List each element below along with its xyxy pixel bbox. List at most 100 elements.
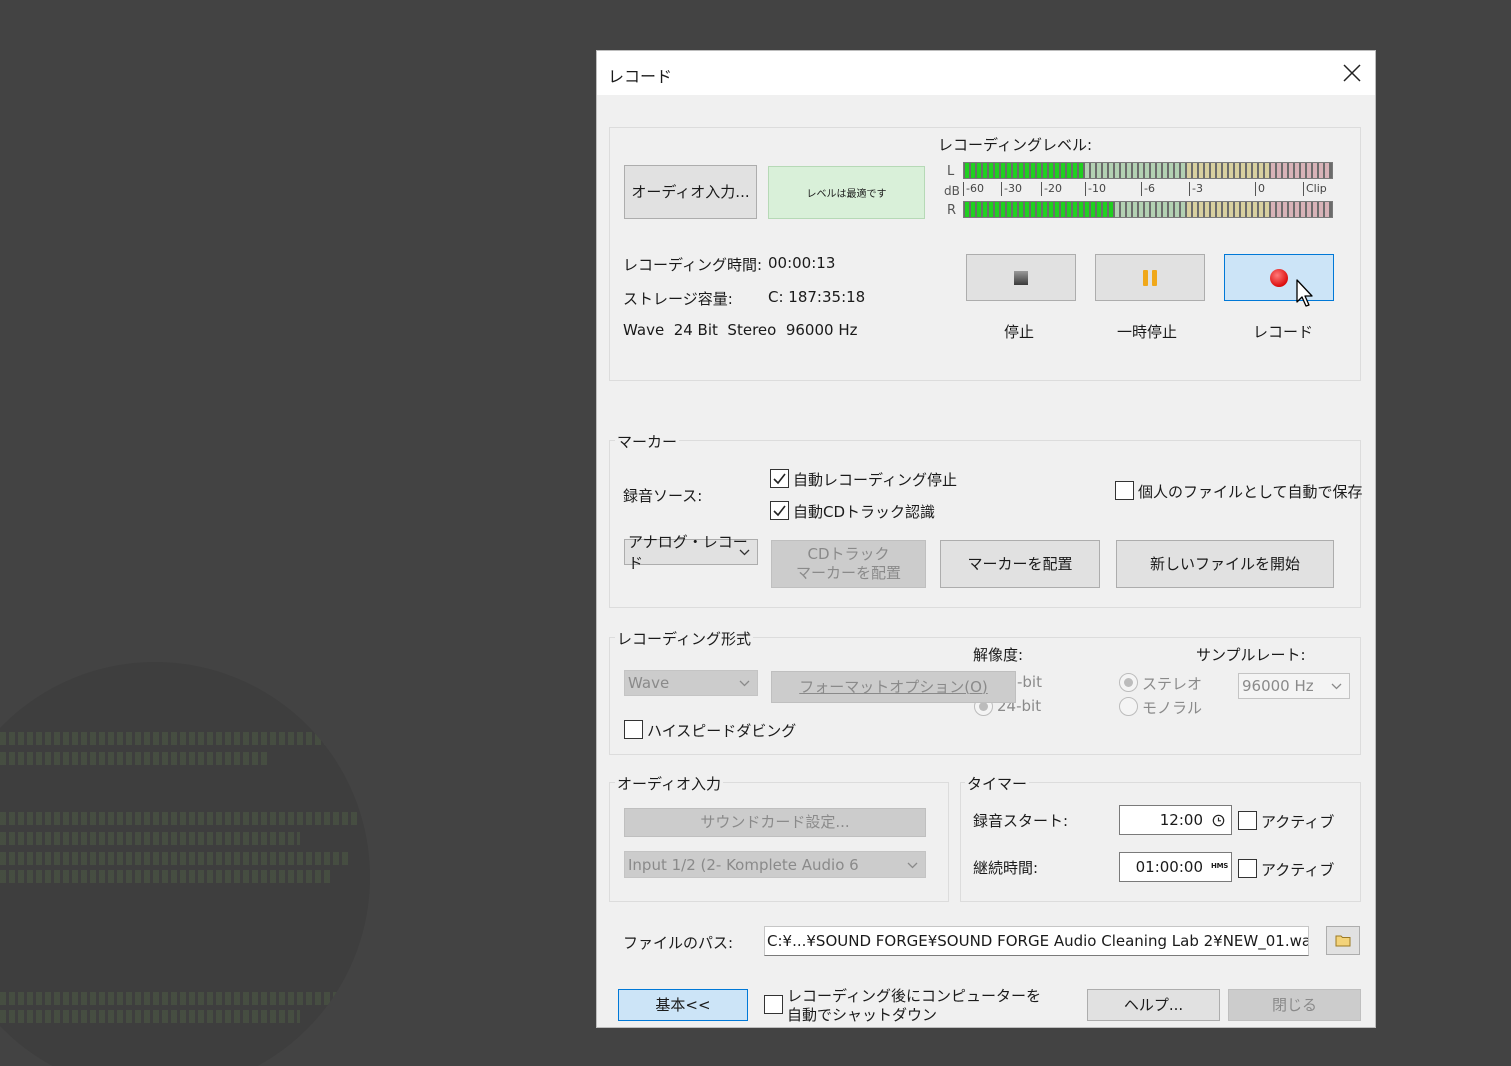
stereo-radio[interactable]	[1119, 673, 1138, 692]
recording-time-value: 00:00:13	[768, 254, 836, 272]
meter-segment	[1301, 163, 1305, 178]
samplerate-select[interactable]: 96000 Hz	[1238, 673, 1350, 699]
timer-duration-input[interactable]: 01:00:00 HMS	[1119, 852, 1232, 882]
cd-track-marker-button[interactable]: CDトラック マーカーを配置	[771, 540, 926, 588]
chevron-down-icon	[739, 549, 750, 556]
meter-segment	[1313, 163, 1317, 178]
timer-group-title: タイマー	[965, 773, 1030, 794]
file-path-value: C:¥...¥SOUND FORGE¥SOUND FORGE Audio Cle…	[767, 932, 1309, 950]
checkmark-icon	[773, 473, 786, 485]
meter-segment	[1235, 202, 1239, 217]
timer-group	[960, 782, 1361, 902]
meter-segment	[1217, 163, 1221, 178]
stereo-label[interactable]: ステレオ	[1142, 673, 1202, 694]
close-button[interactable]: 閉じる	[1228, 989, 1361, 1021]
meter-segment	[965, 202, 969, 217]
meter-segment	[1259, 163, 1263, 178]
meter-segment	[1175, 202, 1179, 217]
meter-segment	[1001, 202, 1005, 217]
close-icon[interactable]	[1341, 62, 1363, 84]
chevron-down-icon	[739, 680, 750, 687]
meter-segment	[1109, 202, 1113, 217]
meter-segment	[1121, 202, 1125, 217]
meter-scale-tick: 0	[1255, 182, 1265, 196]
meter-segment	[1097, 202, 1101, 217]
meter-scale-tick: -30	[1001, 182, 1022, 196]
timer-start-active-label[interactable]: アクティブ	[1261, 811, 1334, 832]
save-individual-checkbox[interactable]	[1115, 481, 1134, 500]
high-speed-checkbox[interactable]	[624, 720, 643, 739]
file-path-label: ファイルのパス:	[623, 934, 734, 952]
timer-start-input[interactable]: 12:00	[1119, 805, 1232, 835]
meter-segment	[1283, 202, 1287, 217]
soundcard-settings-button[interactable]: サウンドカード設定...	[624, 808, 926, 837]
meter-segment	[1019, 202, 1023, 217]
format-type-select[interactable]: Wave	[624, 670, 758, 696]
meter-segment	[1049, 202, 1053, 217]
mono-radio[interactable]	[1119, 697, 1138, 716]
meter-segment	[1049, 163, 1053, 178]
meter-segment	[1277, 202, 1281, 217]
meter-segment	[1223, 202, 1227, 217]
dialog-title: レコード	[608, 67, 673, 86]
level-status-text: レベルは最適です	[806, 189, 887, 200]
meter-segment	[1187, 202, 1191, 217]
auto-stop-checkbox[interactable]	[770, 469, 789, 488]
meter-segment	[1031, 202, 1035, 217]
meter-segment	[1085, 163, 1089, 178]
meter-scale-tick: -3	[1189, 182, 1203, 196]
save-individual-label[interactable]: 個人のファイルとして自動で保存	[1138, 481, 1363, 502]
meter-segment	[1157, 163, 1161, 178]
meter-segment	[1181, 163, 1185, 178]
meter-segment	[1139, 163, 1143, 178]
timer-duration-active-checkbox[interactable]	[1238, 859, 1257, 878]
audio-input-button[interactable]: オーディオ入力...	[624, 165, 757, 219]
place-marker-button[interactable]: マーカーを配置	[940, 540, 1100, 588]
meter-segment	[1229, 202, 1233, 217]
meter-segment	[1271, 202, 1275, 217]
storage-value: C: 187:35:18	[768, 288, 866, 306]
samplerate-label: サンプルレート:	[1196, 646, 1306, 664]
audio-input-group-title: オーディオ入力	[615, 773, 723, 794]
format-options-button[interactable]: フォーマットオプション(O)	[771, 671, 1016, 703]
resolution-option-1[interactable]: -bit	[1017, 673, 1042, 691]
help-button[interactable]: ヘルプ...	[1087, 989, 1220, 1021]
resolution-label: 解像度:	[973, 646, 1024, 664]
high-speed-label[interactable]: ハイスピードダビング	[647, 720, 796, 741]
meter-segment	[1319, 163, 1323, 178]
stop-button[interactable]	[966, 254, 1076, 301]
meter-segment	[1313, 202, 1317, 217]
mono-label[interactable]: モノラル	[1142, 697, 1202, 718]
auto-cd-label[interactable]: 自動CDトラック認識	[793, 501, 935, 522]
recording-source-select[interactable]: アナログ・レコード	[624, 533, 758, 572]
meter-segment	[1067, 163, 1071, 178]
auto-cd-checkbox[interactable]	[770, 501, 789, 520]
auto-stop-label[interactable]: 自動レコーディング停止	[793, 469, 957, 490]
hms-icon: HMS	[1211, 862, 1228, 870]
meter-segment	[1133, 163, 1137, 178]
record-button[interactable]	[1224, 254, 1334, 301]
meter-segment	[1265, 163, 1269, 178]
timer-duration-active-label[interactable]: アクティブ	[1261, 859, 1334, 880]
auto-shutdown-label-line1[interactable]: レコーディング後にコンピューターを	[787, 985, 1041, 1006]
meter-segment	[965, 163, 969, 178]
file-path-input[interactable]: C:¥...¥SOUND FORGE¥SOUND FORGE Audio Cle…	[764, 926, 1309, 956]
meter-segment	[1031, 163, 1035, 178]
meter-segment	[1109, 163, 1113, 178]
meter-segment	[1247, 163, 1251, 178]
meter-segment	[1253, 163, 1257, 178]
pause-button[interactable]	[1095, 254, 1205, 301]
input-device-select[interactable]: Input 1/2 (2- Komplete Audio 6	[624, 851, 926, 878]
new-file-button[interactable]: 新しいファイルを開始	[1116, 540, 1334, 588]
auto-shutdown-checkbox[interactable]	[764, 995, 783, 1014]
meter-segment	[1001, 163, 1005, 178]
basic-mode-button[interactable]: 基本<<	[618, 989, 748, 1021]
meter-segment	[1163, 163, 1167, 178]
browse-folder-button[interactable]	[1326, 926, 1360, 955]
recording-source-value: アナログ・レコード	[628, 533, 748, 572]
meter-segment	[1169, 202, 1173, 217]
meter-segment	[1181, 202, 1185, 217]
recording-source-label: 録音ソース:	[623, 487, 703, 505]
auto-shutdown-label-line2[interactable]: 自動でシャットダウン	[787, 1004, 937, 1025]
timer-start-active-checkbox[interactable]	[1238, 811, 1257, 830]
